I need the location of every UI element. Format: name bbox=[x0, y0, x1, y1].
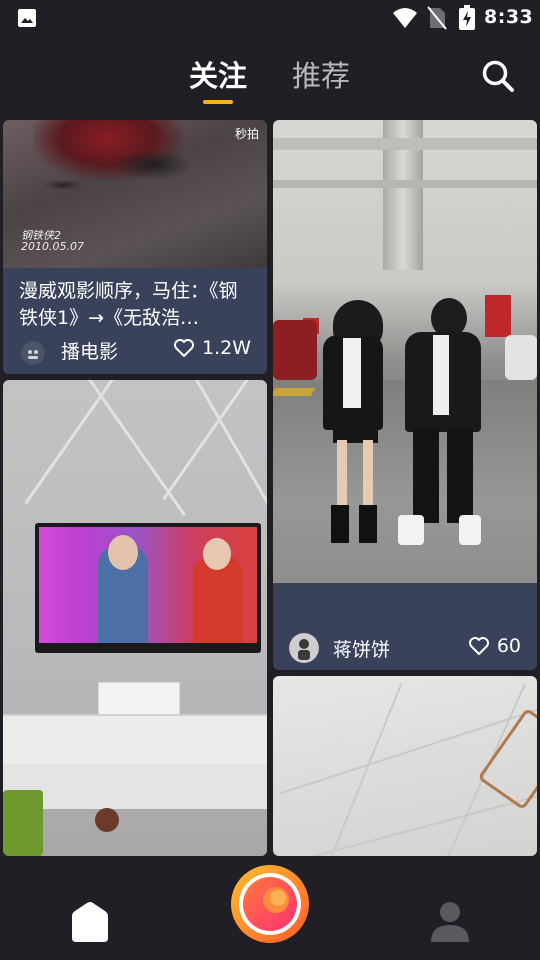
video-thumbnail bbox=[273, 676, 537, 856]
active-tab-indicator bbox=[203, 100, 233, 104]
video-card[interactable] bbox=[3, 380, 267, 856]
card-info: 漫威观影顺序，马住：《钢铁侠1》→《无敌浩… 播电影 1.2W bbox=[3, 268, 267, 374]
video-card[interactable]: 蒋饼饼 60 bbox=[273, 120, 537, 670]
watermark-label: 秒拍 bbox=[234, 127, 259, 141]
profile-icon[interactable] bbox=[430, 900, 470, 944]
overlay-date: 2010.05.07 bbox=[21, 240, 84, 253]
wifi-icon bbox=[393, 8, 417, 28]
header-tabs: 关注 推荐 bbox=[0, 50, 540, 110]
heart-icon bbox=[468, 637, 489, 655]
card-info: 蒋饼饼 60 bbox=[273, 589, 537, 670]
no-sim-icon bbox=[427, 6, 447, 30]
video-thumbnail bbox=[273, 120, 537, 583]
like-count-value: 1.2W bbox=[201, 337, 251, 359]
video-thumbnail bbox=[3, 380, 267, 856]
video-card[interactable]: 秒拍 钢铁侠2 2010.05.07 漫威观影顺序，马住：《钢铁侠1》→《无敌浩… bbox=[3, 120, 267, 374]
heart-icon bbox=[173, 339, 194, 357]
home-icon[interactable] bbox=[68, 900, 112, 944]
author-name[interactable]: 播电影 bbox=[61, 337, 118, 364]
status-time: 8:33 bbox=[484, 6, 534, 28]
like-count-value: 60 bbox=[496, 635, 521, 657]
video-feed: 秒拍 钢铁侠2 2010.05.07 漫威观影顺序，马住：《钢铁侠1》→《无敌浩… bbox=[0, 120, 540, 856]
tab-following[interactable]: 关注 bbox=[189, 56, 247, 96]
image-icon bbox=[18, 9, 36, 27]
avatar bbox=[21, 341, 45, 365]
battery-charging-icon bbox=[459, 5, 475, 30]
status-bar: 8:33 bbox=[0, 0, 540, 36]
avatar bbox=[289, 633, 319, 663]
tab-recommended[interactable]: 推荐 bbox=[292, 56, 350, 96]
video-title: 漫威观影顺序，马住：《钢铁侠1》→《无敌浩… bbox=[19, 280, 238, 329]
video-thumbnail: 秒拍 钢铁侠2 2010.05.07 bbox=[3, 120, 267, 268]
author-name[interactable]: 蒋饼饼 bbox=[333, 635, 390, 662]
like-count[interactable]: 60 bbox=[468, 635, 521, 657]
like-count[interactable]: 1.2W bbox=[173, 337, 251, 359]
shoot-icon[interactable] bbox=[230, 864, 310, 944]
search-icon[interactable] bbox=[480, 58, 516, 94]
video-card[interactable] bbox=[273, 676, 537, 856]
